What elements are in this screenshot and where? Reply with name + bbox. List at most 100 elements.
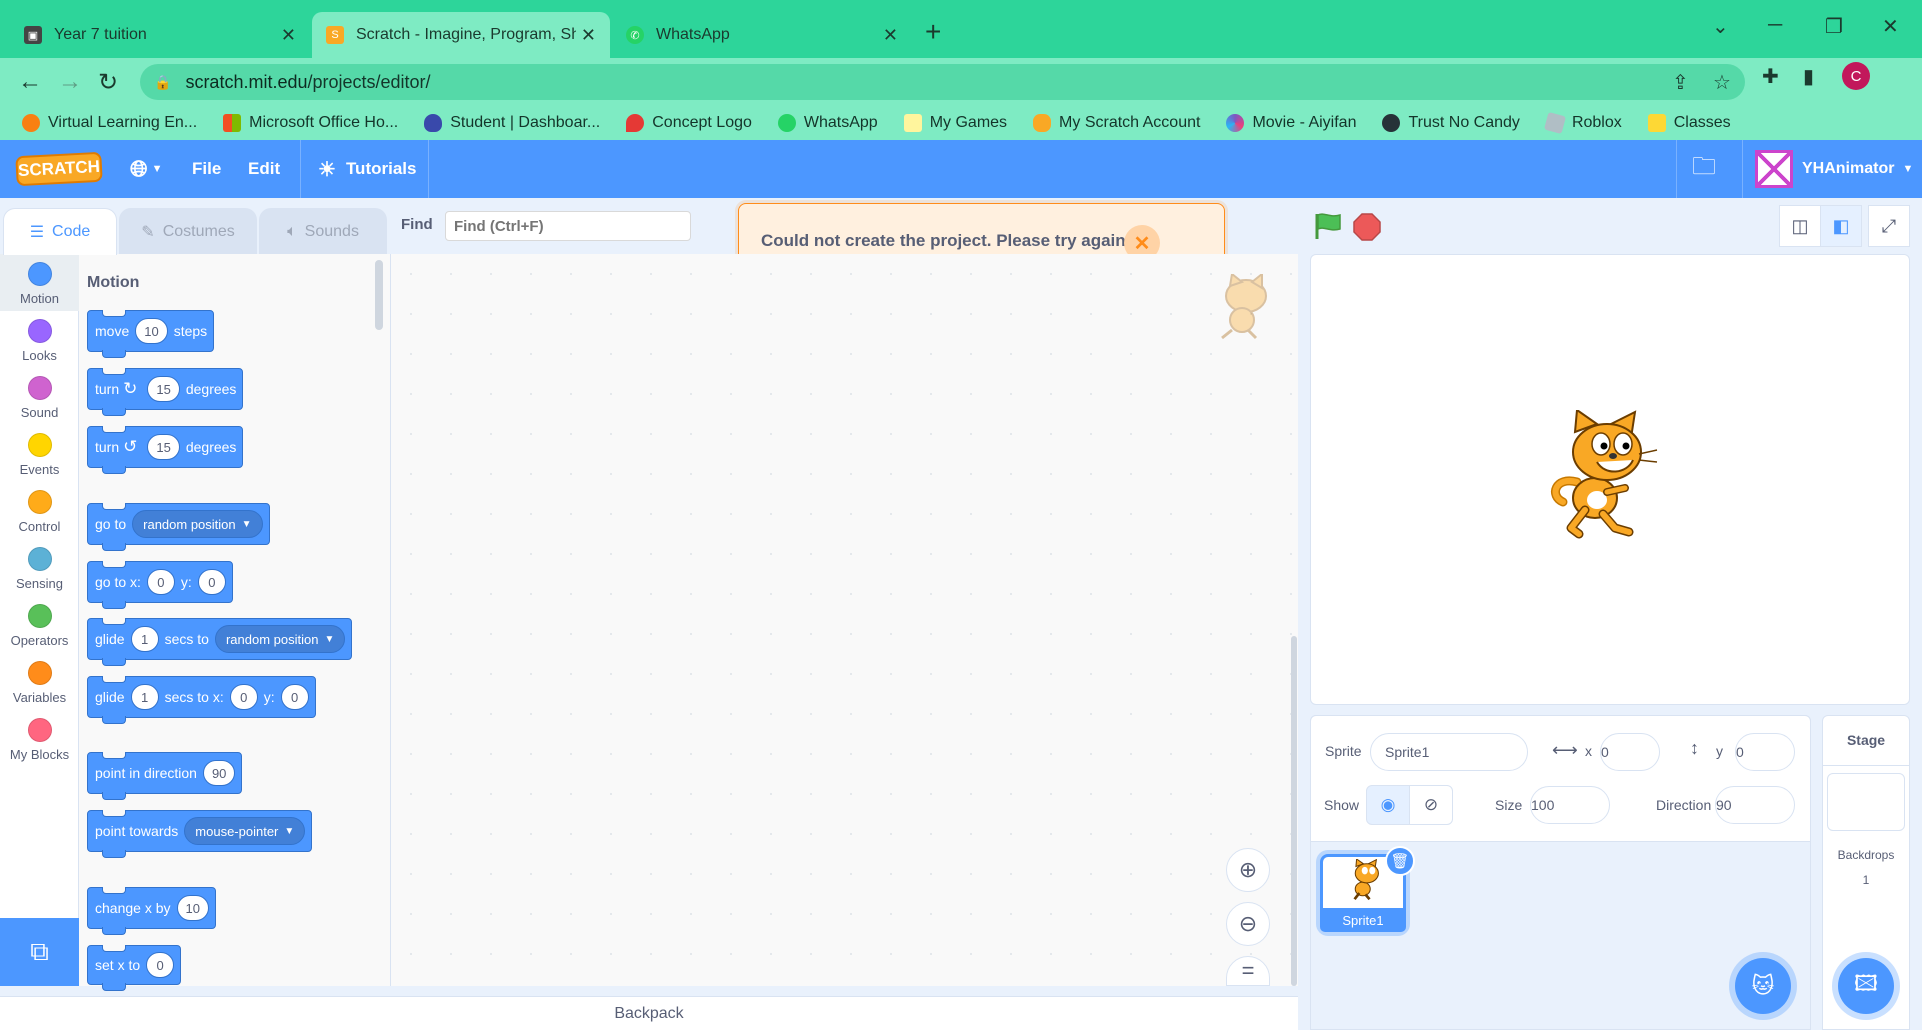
block-number-input[interactable]: 0	[146, 569, 175, 595]
close-icon[interactable]: ✕	[581, 25, 596, 46]
block-point-in-direction[interactable]: point in direction 90	[87, 752, 243, 800]
bookmark-item[interactable]: Roblox	[1543, 111, 1622, 135]
block-go-to-xy[interactable]: go to x: 0 y: 0	[87, 561, 233, 609]
block-number-input[interactable]: 15	[147, 434, 180, 460]
bookmark-item[interactable]: Virtual Learning En...	[22, 114, 197, 132]
size-input[interactable]	[1530, 786, 1610, 824]
delete-sprite-button[interactable]: 🗑︎	[1385, 846, 1415, 876]
block-move-steps[interactable]: move 10 steps	[87, 310, 215, 358]
bookmark-item[interactable]: My Games	[903, 114, 1007, 132]
block-go-to[interactable]: go to random position ▼	[87, 503, 270, 551]
block-change-x[interactable]: change x by 10	[87, 887, 216, 935]
reload-icon[interactable]: ↻	[98, 68, 118, 97]
browser-tab-year7[interactable]: ▣ Year 7 tuition ✕	[10, 12, 310, 58]
bookmark-item[interactable]: Classes	[1647, 114, 1731, 132]
find-input[interactable]	[445, 211, 691, 241]
category-control[interactable]: Control	[0, 482, 79, 539]
block-dropdown[interactable]: random position ▼	[214, 625, 346, 653]
script-area[interactable]	[391, 254, 1298, 986]
y-position-input[interactable]	[1735, 733, 1795, 771]
tab-sounds[interactable]: 🔈︎ Sounds	[259, 208, 387, 254]
block-number-input[interactable]: 1	[130, 684, 159, 710]
bookmark-item[interactable]: Movie - Aiyifan	[1226, 114, 1356, 132]
category-operators[interactable]: Operators	[0, 596, 79, 653]
block-glide-to-xy[interactable]: glide 1 secs to x: 0 y: 0	[87, 676, 316, 724]
backdrop-thumbnail[interactable]	[1827, 773, 1905, 831]
category-variables[interactable]: Variables	[0, 653, 79, 710]
profile-avatar[interactable]: C	[1842, 62, 1870, 90]
tab-code[interactable]: ☰ Code	[3, 208, 117, 255]
zoom-out-button[interactable]: ⊖	[1226, 902, 1270, 946]
block-glide-to[interactable]: glide 1 secs to random position ▼	[87, 618, 353, 666]
block-dropdown[interactable]: mouse-pointer ▼	[184, 817, 306, 845]
file-menu[interactable]: File	[192, 140, 221, 198]
url-bar[interactable]: 🔒 scratch.mit.edu/projects/editor/	[140, 64, 1745, 100]
block-turn-right[interactable]: turn ↻ 15 degrees	[87, 368, 244, 416]
share-icon[interactable]: ⇪	[1672, 70, 1689, 95]
stop-icon[interactable]	[1353, 213, 1381, 241]
block-number-input[interactable]: 15	[147, 376, 180, 402]
small-stage-button[interactable]: ◫	[1779, 205, 1821, 247]
window-close-icon[interactable]: ✕	[1882, 14, 1899, 39]
restore-icon[interactable]: ❐	[1825, 14, 1843, 39]
backpack[interactable]: Backpack	[0, 996, 1298, 1030]
x-position-input[interactable]	[1600, 733, 1660, 771]
language-globe-icon[interactable]: 🌐︎ ▼	[130, 140, 163, 198]
category-motion[interactable]: Motion	[0, 254, 79, 311]
zoom-in-button[interactable]: ⊕	[1226, 848, 1270, 892]
block-number-input[interactable]: 0	[280, 684, 309, 710]
fullscreen-button[interactable]: ⤢	[1868, 205, 1910, 247]
extensions-icon[interactable]: ✚	[1762, 64, 1779, 89]
choose-backdrop-button[interactable]: 🖾︎	[1838, 958, 1894, 1014]
my-stuff-folder-icon[interactable]: 🗀︎	[1692, 140, 1716, 198]
tutorials-menu[interactable]: ☀ Tutorials	[318, 140, 416, 198]
bookmark-item[interactable]: Concept Logo	[626, 114, 752, 132]
avatar[interactable]	[1755, 150, 1793, 188]
flyout-scrollbar[interactable]	[375, 260, 383, 330]
category-events[interactable]: Events	[0, 425, 79, 482]
block-turn-left[interactable]: turn ↺ 15 degrees	[87, 426, 244, 474]
block-number-input[interactable]: 10	[176, 895, 209, 921]
close-icon[interactable]: ✕	[281, 25, 296, 46]
block-number-input[interactable]: 1	[130, 626, 159, 652]
side-panel-icon[interactable]: ▮	[1803, 64, 1814, 89]
block-set-x[interactable]: set x to 0	[87, 945, 182, 991]
minimize-icon[interactable]: ─	[1768, 14, 1782, 37]
back-icon[interactable]: ←	[18, 68, 42, 96]
category-sound[interactable]: Sound	[0, 368, 79, 425]
browser-tab-whatsapp[interactable]: ✆ WhatsApp ✕	[612, 12, 912, 58]
hide-sprite-button[interactable]: ⊘	[1409, 785, 1453, 825]
scratch-logo[interactable]: SCRATCH	[15, 151, 103, 187]
tab-search-icon[interactable]: ⌄	[1712, 14, 1729, 39]
account-menu[interactable]: YHAnimator ▼	[1802, 140, 1913, 198]
category-my-blocks[interactable]: My Blocks	[0, 710, 79, 767]
tab-costumes[interactable]: ✎ Costumes	[119, 208, 257, 254]
category-looks[interactable]: Looks	[0, 311, 79, 368]
script-area-scrollbar[interactable]	[1291, 636, 1297, 986]
add-extension-button[interactable]: ⧉	[0, 918, 79, 986]
block-dropdown[interactable]: random position ▼	[132, 510, 263, 538]
forward-icon[interactable]: →	[58, 68, 82, 96]
close-icon[interactable]: ✕	[883, 25, 898, 46]
green-flag-icon[interactable]	[1312, 212, 1344, 240]
bookmark-item[interactable]: My Scratch Account	[1033, 114, 1200, 132]
block-number-input[interactable]: 0	[229, 684, 258, 710]
direction-input[interactable]	[1715, 786, 1795, 824]
bookmark-item[interactable]: Student | Dashboar...	[424, 114, 600, 132]
show-sprite-button[interactable]: ◉	[1366, 785, 1410, 825]
new-tab-icon[interactable]: +	[925, 16, 941, 48]
block-number-input[interactable]: 90	[202, 760, 236, 786]
block-number-input[interactable]: 0	[146, 952, 175, 978]
block-point-towards[interactable]: point towards mouse-pointer ▼	[87, 810, 313, 858]
bookmark-item[interactable]: Microsoft Office Ho...	[223, 114, 398, 132]
star-icon[interactable]: ☆	[1713, 70, 1731, 95]
bookmark-item[interactable]: WhatsApp	[777, 114, 878, 132]
block-number-input[interactable]: 0	[197, 569, 226, 595]
browser-tab-scratch[interactable]: S Scratch - Imagine, Program, Share ✕	[312, 12, 610, 58]
large-stage-button[interactable]: ◧	[1820, 205, 1862, 247]
category-sensing[interactable]: Sensing	[0, 539, 79, 596]
sprite-name-input[interactable]	[1370, 733, 1528, 771]
block-number-input[interactable]: 10	[135, 318, 168, 344]
choose-sprite-button[interactable]: 🐱︎	[1735, 958, 1791, 1014]
sprite-cat[interactable]	[1545, 410, 1670, 545]
